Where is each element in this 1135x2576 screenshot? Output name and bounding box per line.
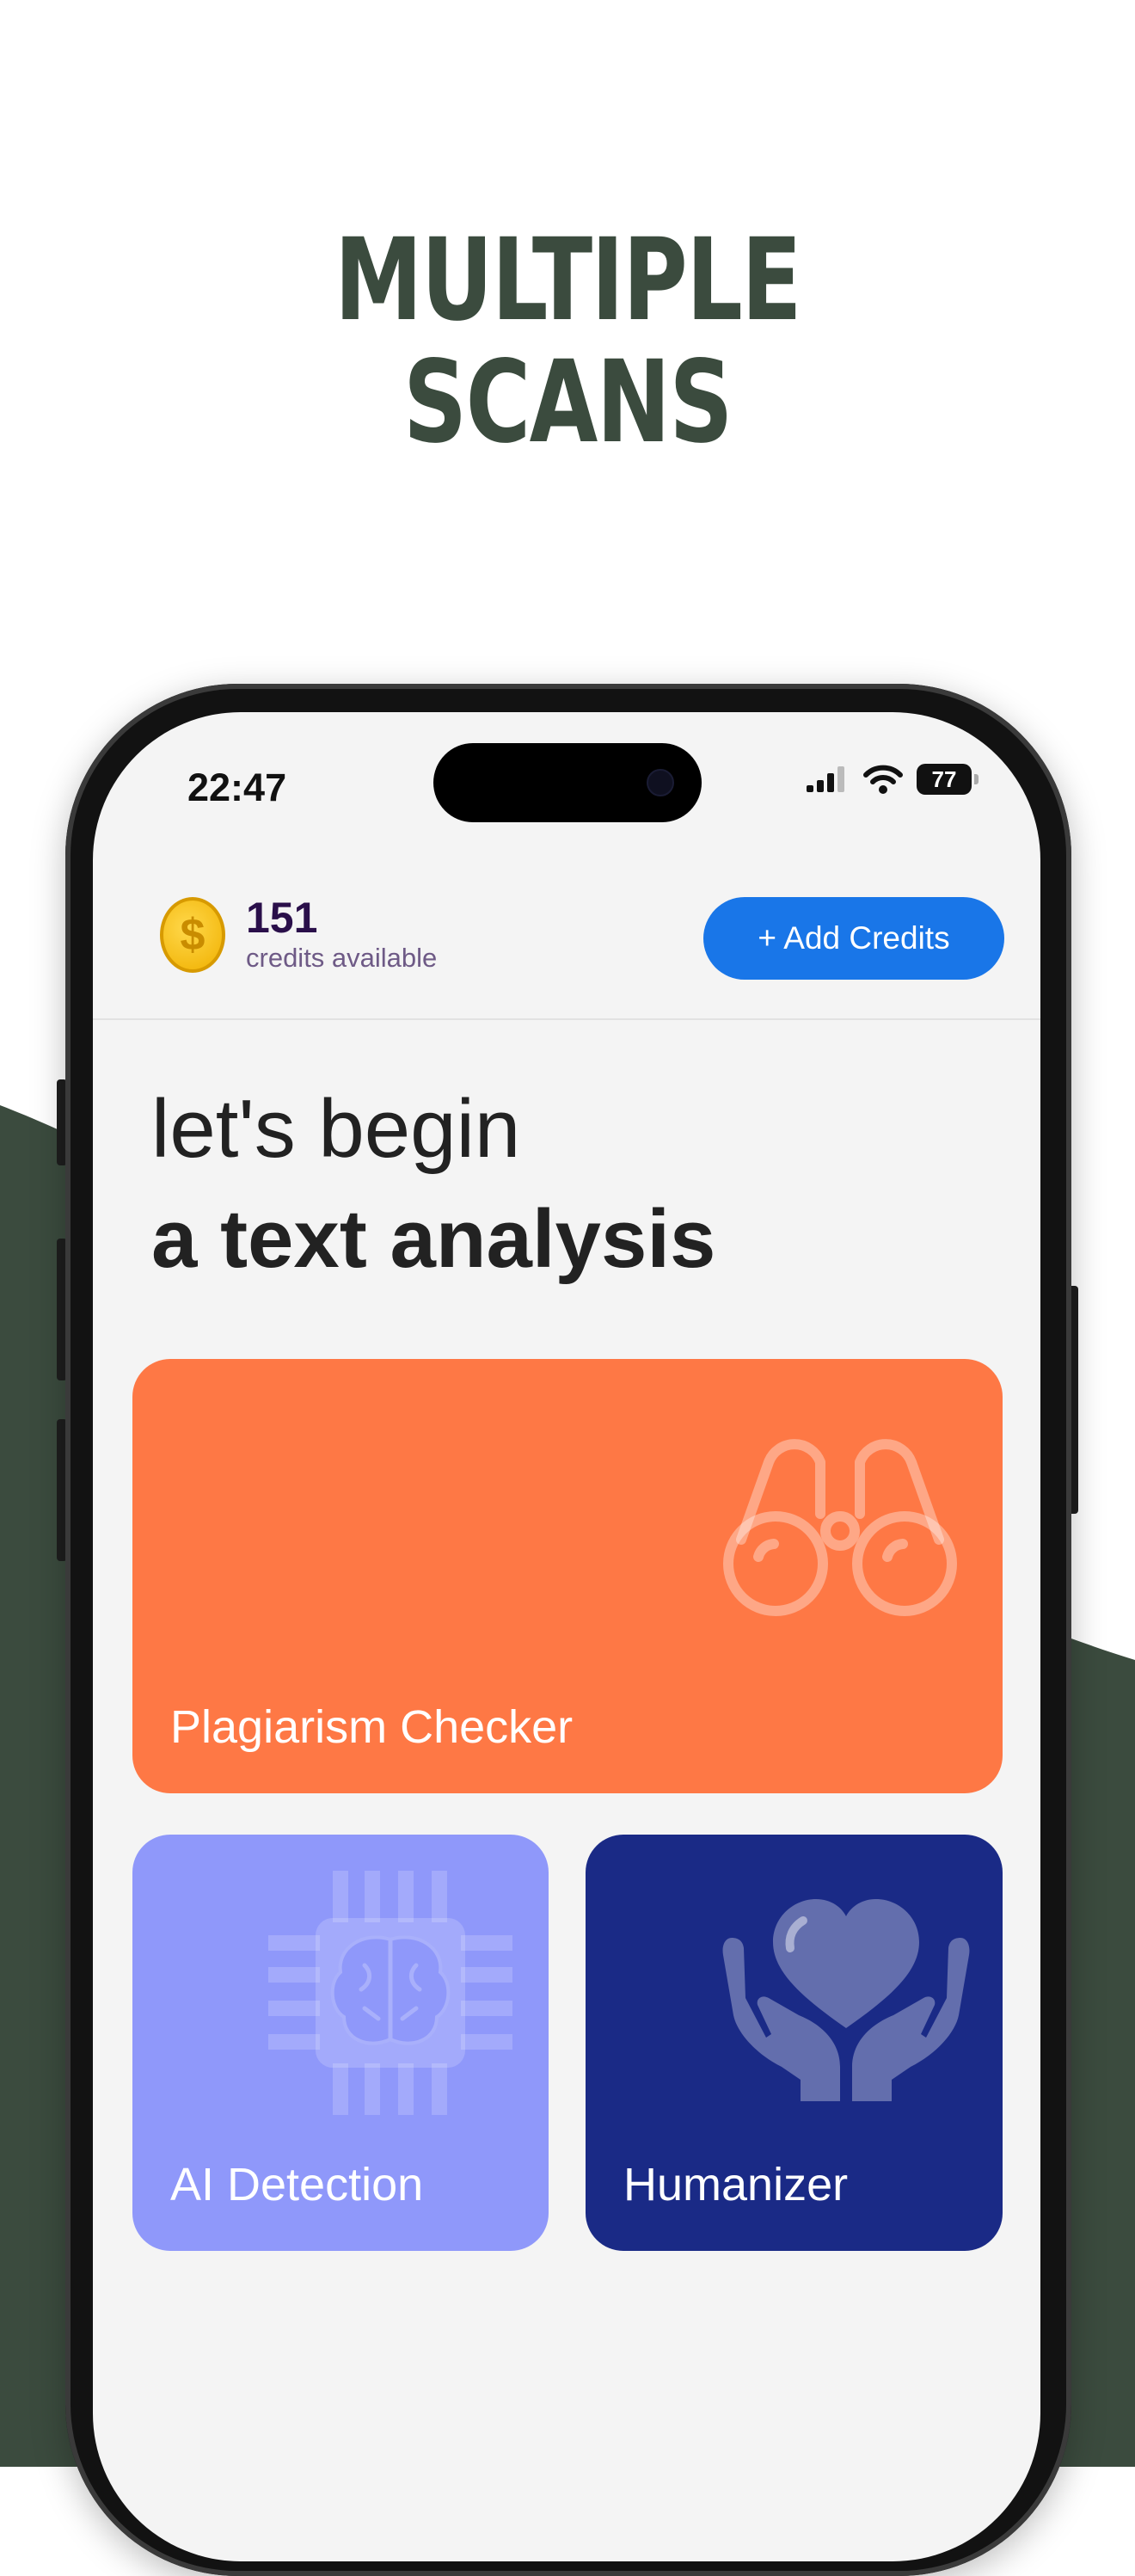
headline-line-2: SCANS (403, 336, 733, 469)
credits-summary: $ 151 credits available (160, 895, 437, 975)
ai-detection-card[interactable]: AI Detection (132, 1835, 549, 2251)
battery-icon: 77 (917, 764, 979, 795)
status-time: 22:47 (187, 765, 287, 809)
binoculars-icon (723, 1439, 957, 1616)
wifi-icon (863, 765, 903, 794)
plagiarism-checker-label: Plagiarism Checker (170, 1701, 574, 1753)
ai-detection-label: AI Detection (170, 2159, 424, 2210)
greeting-line-2: a text analysis (151, 1193, 716, 1285)
header-divider (93, 1018, 1040, 1020)
hands-heart-icon (722, 1899, 970, 2101)
app-screen: 22:47 77 $ 151 credits available + Add C… (93, 712, 1040, 2561)
camera-icon (647, 769, 674, 796)
add-credits-button[interactable]: + Add Credits (703, 897, 1004, 980)
plagiarism-checker-card[interactable]: Plagiarism Checker (132, 1359, 1003, 1793)
greeting-line-1: let's begin (151, 1083, 521, 1175)
credit-label: credits available (246, 943, 438, 973)
headline-line-1: MULTIPLE (334, 214, 802, 347)
status-icons: 77 (805, 764, 979, 795)
humanizer-label: Humanizer (623, 2159, 849, 2210)
dynamic-island (433, 743, 702, 822)
ai-chip-brain-icon (268, 1871, 512, 2115)
credit-count: 151 (246, 894, 318, 942)
humanizer-card[interactable]: Humanizer (586, 1835, 1003, 2251)
promo-headline: MULTIPLE SCANS (125, 219, 1010, 464)
coin-icon: $ (160, 897, 225, 973)
signal-icon (807, 766, 844, 792)
